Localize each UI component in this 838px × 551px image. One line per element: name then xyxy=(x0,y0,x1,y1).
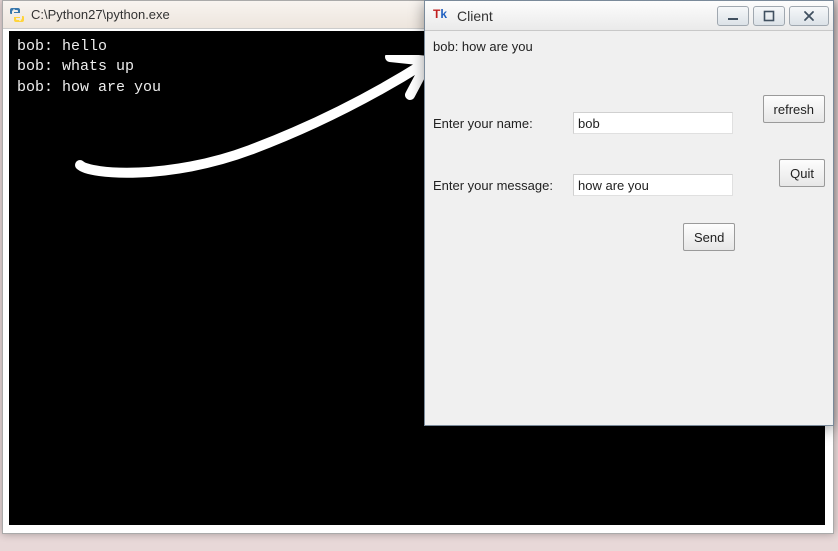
console-title: C:\Python27\python.exe xyxy=(31,7,170,22)
quit-button[interactable]: Quit xyxy=(779,159,825,187)
refresh-button[interactable]: refresh xyxy=(763,95,825,123)
tk-icon: Tk xyxy=(433,7,451,25)
message-input[interactable] xyxy=(573,174,733,196)
console-line: bob: whats up xyxy=(17,58,134,75)
name-input[interactable] xyxy=(573,112,733,134)
name-label: Enter your name: xyxy=(433,116,573,131)
send-button[interactable]: Send xyxy=(683,223,735,251)
python-icon xyxy=(9,7,25,23)
client-window: Tk Client bob: how are you refresh Enter… xyxy=(424,0,834,426)
maximize-button[interactable] xyxy=(753,6,785,26)
console-line: bob: how are you xyxy=(17,79,161,96)
message-label: Enter your message: xyxy=(433,178,573,193)
console-line: bob: hello xyxy=(17,38,107,55)
client-title: Client xyxy=(457,8,717,24)
window-controls xyxy=(717,6,829,26)
minimize-button[interactable] xyxy=(717,6,749,26)
client-body: bob: how are you refresh Enter your name… xyxy=(425,31,833,425)
message-display: bob: how are you xyxy=(433,37,825,58)
close-button[interactable] xyxy=(789,6,829,26)
client-titlebar[interactable]: Tk Client xyxy=(425,1,833,31)
